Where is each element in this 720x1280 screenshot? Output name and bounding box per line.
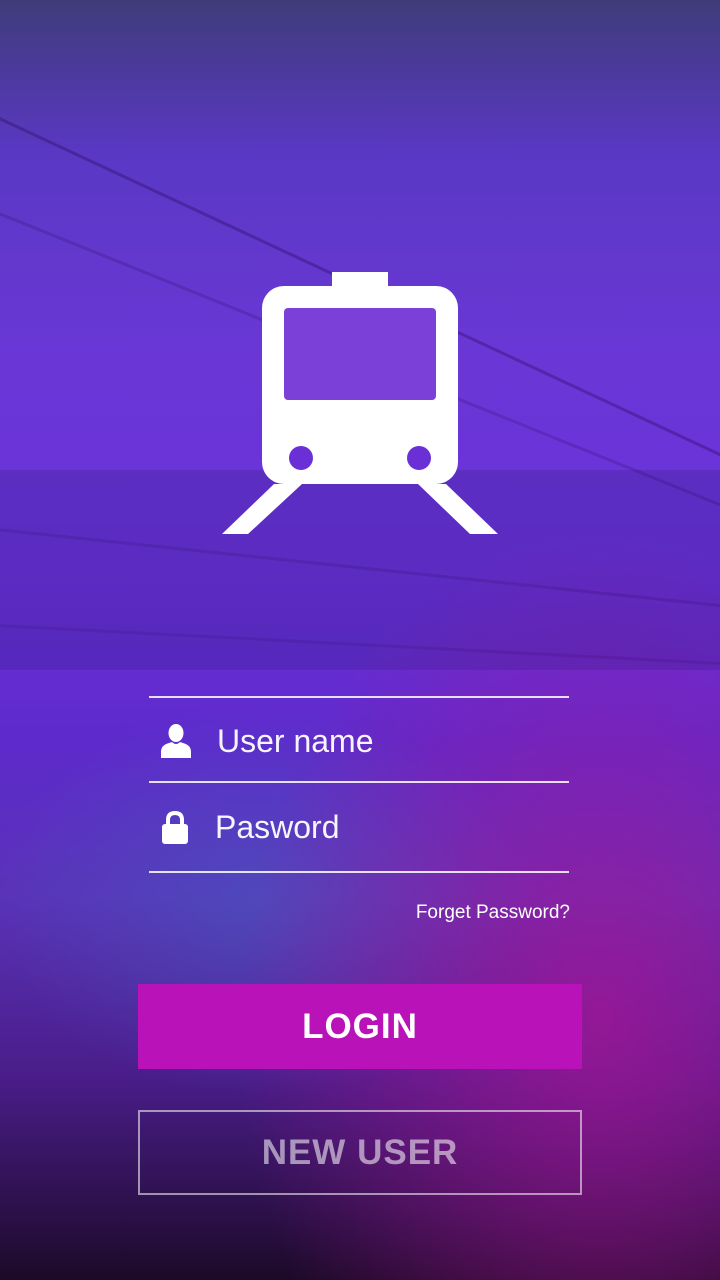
username-bottom-divider xyxy=(149,781,569,783)
username-top-divider xyxy=(149,696,569,698)
password-field[interactable] xyxy=(149,792,635,862)
username-field[interactable] xyxy=(149,706,637,776)
password-input[interactable] xyxy=(215,802,635,852)
forgot-password-link[interactable]: Forget Password? xyxy=(416,902,570,924)
background xyxy=(0,0,720,1280)
lock-icon xyxy=(161,810,189,844)
login-button[interactable]: LOGIN xyxy=(138,984,582,1069)
new-user-button[interactable]: NEW USER xyxy=(138,1110,582,1195)
user-icon xyxy=(161,724,191,758)
password-bottom-divider xyxy=(149,871,569,873)
train-icon xyxy=(222,272,498,534)
username-input[interactable] xyxy=(217,716,637,766)
